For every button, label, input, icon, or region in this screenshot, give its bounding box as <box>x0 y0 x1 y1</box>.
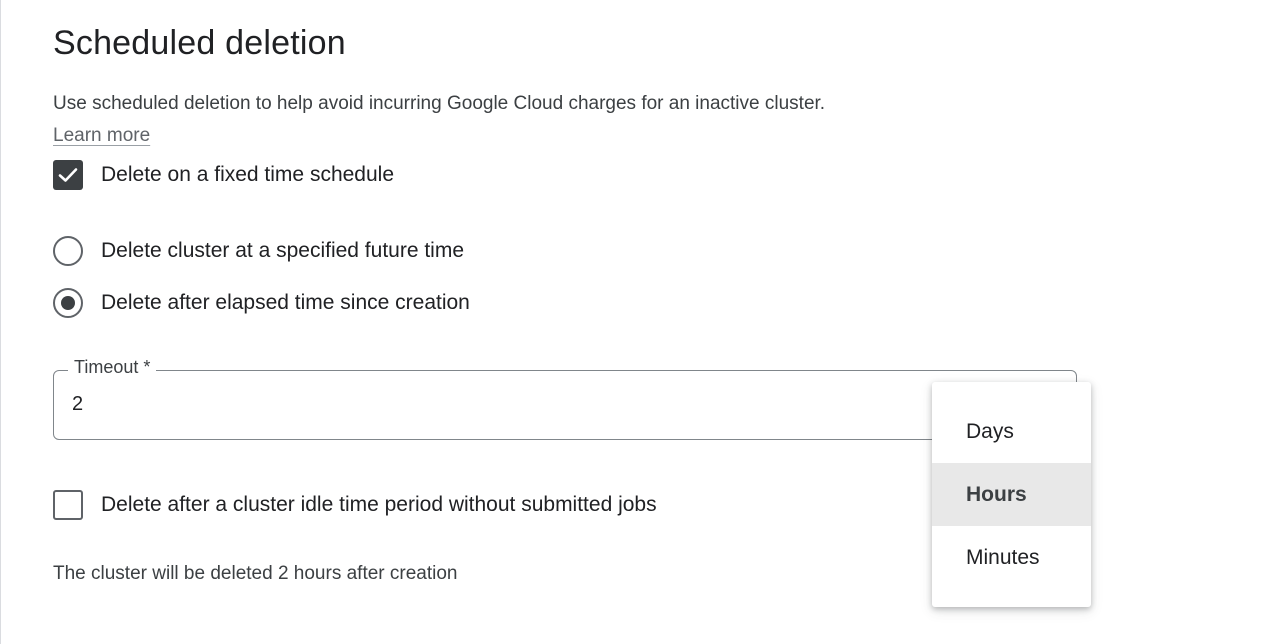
idle-deletion-label: Delete after a cluster idle time period … <box>101 493 657 516</box>
radio-future-time-label: Delete cluster at a specified future tim… <box>101 239 465 262</box>
fixed-schedule-checkbox[interactable] <box>53 160 83 190</box>
fixed-schedule-label: Delete on a fixed time schedule <box>101 163 395 186</box>
deletion-summary: The cluster will be deleted 2 hours afte… <box>53 563 458 584</box>
fixed-schedule-checkbox-row[interactable]: Delete on a fixed time schedule <box>53 160 394 190</box>
section-title: Scheduled deletion <box>53 24 346 62</box>
menu-item-minutes[interactable]: Minutes <box>932 526 1091 589</box>
scheduled-deletion-panel: Scheduled deletion Use scheduled deletio… <box>0 0 1272 644</box>
time-unit-dropdown-menu: Days Hours Minutes <box>932 382 1091 607</box>
idle-deletion-checkbox-row[interactable]: Delete after a cluster idle time period … <box>53 490 657 520</box>
learn-more-link[interactable]: Learn more <box>53 125 150 147</box>
checkmark-icon <box>58 168 78 182</box>
timeout-input[interactable] <box>72 393 272 416</box>
radio-option-future-time[interactable]: Delete cluster at a specified future tim… <box>53 236 464 266</box>
radio-elapsed-time[interactable] <box>53 288 83 318</box>
radio-selected-dot <box>61 296 75 310</box>
section-description: Use scheduled deletion to help avoid inc… <box>53 93 826 114</box>
menu-item-hours[interactable]: Hours <box>932 463 1091 526</box>
timeout-field-label: Timeout * <box>68 357 157 378</box>
radio-future-time[interactable] <box>53 236 83 266</box>
radio-option-elapsed-time[interactable]: Delete after elapsed time since creation <box>53 288 470 318</box>
radio-elapsed-time-label: Delete after elapsed time since creation <box>101 291 470 314</box>
idle-deletion-checkbox[interactable] <box>53 490 83 520</box>
menu-item-days[interactable]: Days <box>932 400 1091 463</box>
timeout-field[interactable]: Timeout * <box>53 357 1077 440</box>
